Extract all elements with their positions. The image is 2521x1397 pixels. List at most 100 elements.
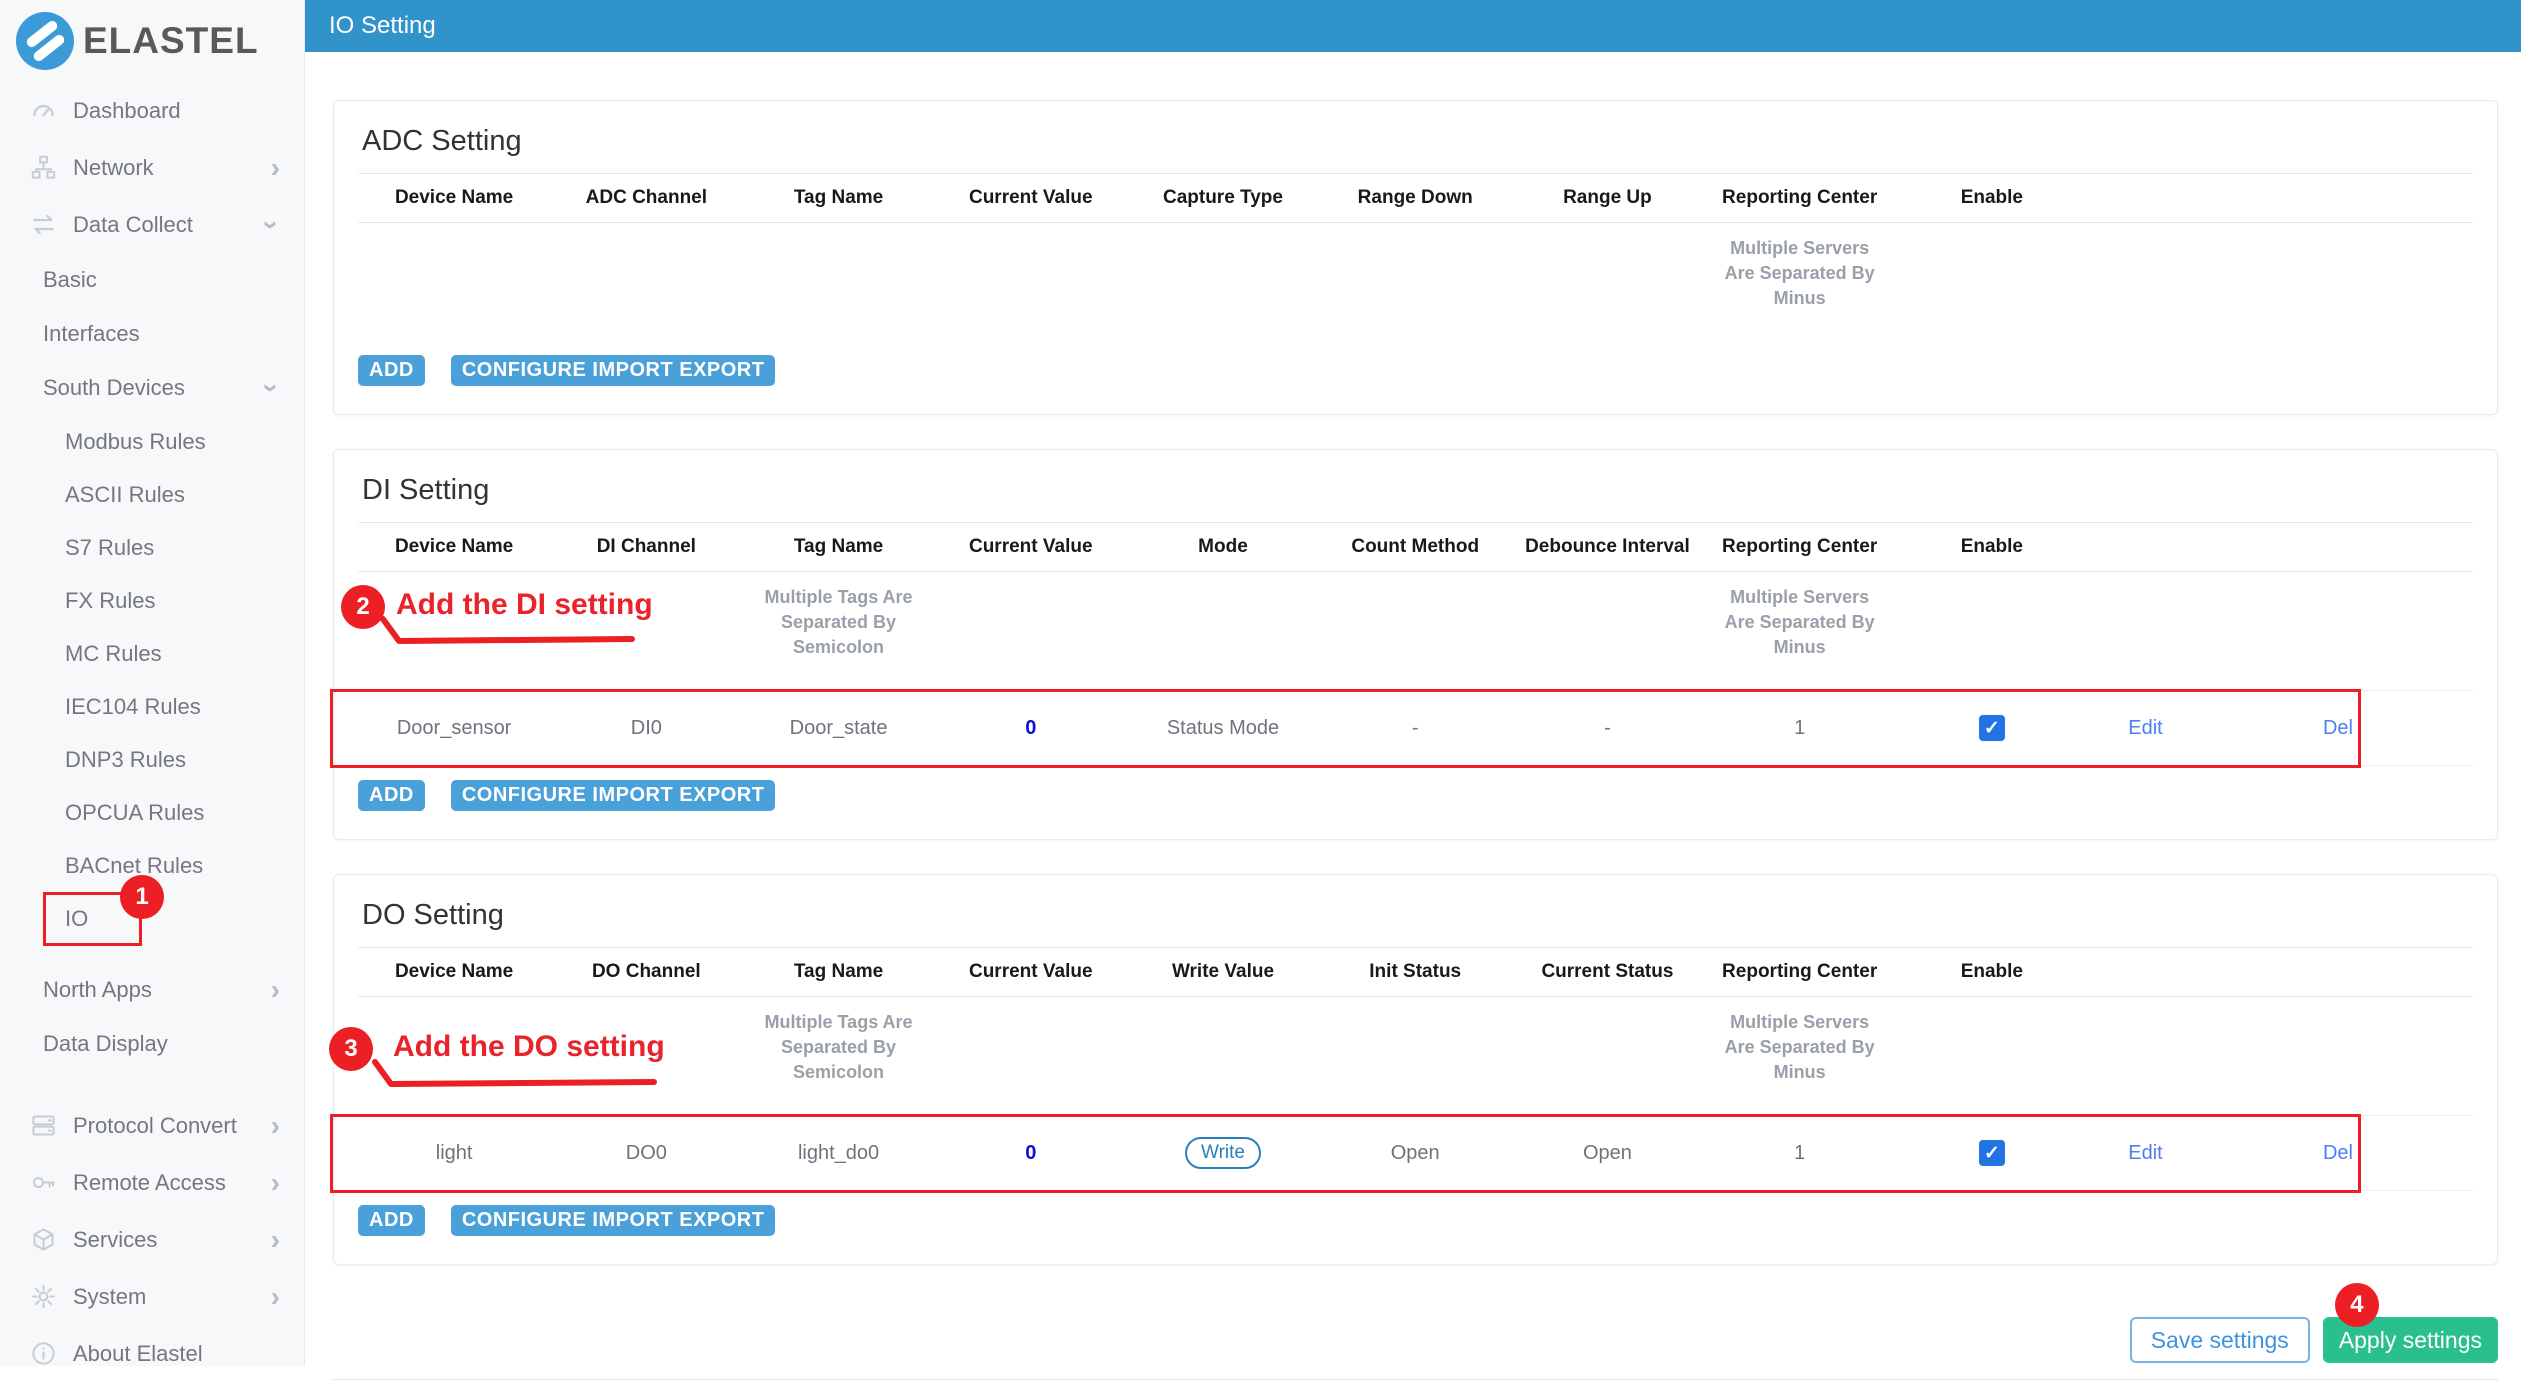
do-note-row: Multiple Tags Are Separated By Semicolon… — [358, 997, 2473, 1115]
topbar: IO Setting — [305, 0, 2521, 52]
sidebar-item-label: Services — [73, 1227, 157, 1253]
info-icon — [30, 1340, 57, 1367]
sidebar-item-dnp3-rules[interactable]: DNP3 Rules — [0, 733, 304, 786]
annotation-underline — [376, 616, 638, 646]
do-setting-card: DO Setting Device Name DO Channel Tag Na… — [333, 874, 2498, 1265]
sidebar-item-label: System — [73, 1284, 146, 1310]
key-icon — [30, 1169, 57, 1196]
footer-divider — [333, 1379, 2498, 1397]
tags-note: Multiple Tags Are Separated By Semicolon — [753, 1010, 925, 1085]
apply-settings-button[interactable]: Apply settings 4 — [2323, 1317, 2498, 1363]
annotation-do-text: Add the DO setting — [393, 1030, 665, 1064]
sidebar-item-network[interactable]: Network › — [0, 139, 304, 196]
save-settings-button[interactable]: Save settings — [2130, 1317, 2310, 1363]
adc-configure-import-export-button[interactable]: CONFIGURE IMPORT EXPORT — [451, 355, 776, 386]
sidebar-item-label: ASCII Rules — [65, 482, 185, 508]
sidebar-item-s7-rules[interactable]: S7 Rules — [0, 521, 304, 574]
sidebar-item-dashboard[interactable]: Dashboard — [0, 82, 304, 139]
chevron-right-icon: › — [271, 1226, 280, 1254]
di-enable-checkbox[interactable]: ✓ — [1979, 715, 2005, 741]
sidebar-item-mc-rules[interactable]: MC Rules — [0, 627, 304, 680]
logo: ELASTEL — [0, 6, 304, 76]
sidebar-item-label: DNP3 Rules — [65, 747, 186, 773]
column-header: Tag Name — [742, 536, 934, 558]
sidebar-item-basic[interactable]: Basic — [0, 253, 304, 307]
di-del-link[interactable]: Del — [2323, 717, 2353, 739]
sidebar-item-label: Remote Access — [73, 1170, 226, 1196]
do-table-row: light DO0 light_do0 0 Write Open Open 1 … — [358, 1115, 2473, 1191]
column-header: Reporting Center — [1704, 187, 1896, 209]
do-enable-checkbox[interactable]: ✓ — [1979, 1140, 2005, 1166]
annotation-underline — [368, 1059, 660, 1089]
column-header: Debounce Interval — [1511, 536, 1703, 558]
sidebar-item-label: Dashboard — [73, 98, 181, 124]
sidebar-item-label: OPCUA Rules — [65, 800, 204, 826]
sidebar-item-protocol-convert[interactable]: Protocol Convert › — [0, 1097, 304, 1154]
do-write-button[interactable]: Write — [1185, 1137, 1261, 1169]
di-table-row: Door_sensor DI0 Door_state 0 Status Mode… — [358, 690, 2473, 766]
column-header: Count Method — [1319, 536, 1511, 558]
column-header: Enable — [1896, 187, 2088, 209]
sidebar-item-fx-rules[interactable]: FX Rules — [0, 574, 304, 627]
do-current-status: Open — [1511, 1142, 1703, 1165]
do-channel: DO0 — [550, 1142, 742, 1165]
main-area: IO Setting ADC Setting Device Name ADC C… — [305, 0, 2521, 1366]
annotation-step-3: 3 — [329, 1027, 373, 1071]
di-current-value: 0 — [935, 717, 1127, 740]
sidebar-item-data-collect[interactable]: Data Collect › — [0, 196, 304, 253]
di-setting-card: DI Setting Device Name DI Channel Tag Na… — [333, 449, 2498, 840]
sidebar-item-iec104-rules[interactable]: IEC104 Rules — [0, 680, 304, 733]
sidebar-item-label: South Devices — [43, 375, 185, 401]
di-table-header: Device Name DI Channel Tag Name Current … — [358, 522, 2473, 572]
sidebar-item-services[interactable]: Services › — [0, 1211, 304, 1268]
column-header: Tag Name — [742, 961, 934, 983]
column-header: Mode — [1127, 536, 1319, 558]
sidebar-item-opcua-rules[interactable]: OPCUA Rules — [0, 786, 304, 839]
sidebar-item-system[interactable]: System › — [0, 1268, 304, 1325]
page-title: IO Setting — [329, 12, 436, 40]
servers-note: Multiple Servers Are Separated By Minus — [1721, 585, 1879, 660]
exchange-arrows-icon — [30, 211, 57, 238]
do-del-link[interactable]: Del — [2323, 1142, 2353, 1164]
column-header: Current Status — [1511, 961, 1703, 983]
sidebar-item-label: FX Rules — [65, 588, 155, 614]
chevron-right-icon: › — [271, 1169, 280, 1197]
di-configure-import-export-button[interactable]: CONFIGURE IMPORT EXPORT — [451, 780, 776, 811]
sidebar-item-label: IO — [65, 906, 88, 932]
do-reporting-center: 1 — [1704, 1142, 1896, 1165]
di-add-button[interactable]: ADD — [358, 780, 425, 811]
di-edit-link[interactable]: Edit — [2128, 717, 2162, 739]
sidebar-item-data-display[interactable]: Data Display — [0, 1017, 304, 1071]
sidebar-item-label: BACnet Rules — [65, 853, 203, 879]
di-mode: Status Mode — [1127, 717, 1319, 740]
column-header: Reporting Center — [1704, 961, 1896, 983]
sidebar-item-modbus-rules[interactable]: Modbus Rules — [0, 415, 304, 468]
sidebar-item-south-devices[interactable]: South Devices › — [0, 361, 304, 415]
do-current-value: 0 — [935, 1142, 1127, 1165]
annotation-di-text: Add the DI setting — [396, 588, 653, 622]
annotation-step-4: 4 — [2335, 1283, 2379, 1327]
chevron-down-icon: › — [257, 383, 285, 392]
do-configure-import-export-button[interactable]: CONFIGURE IMPORT EXPORT — [451, 1205, 776, 1236]
sidebar-item-north-apps[interactable]: North Apps › — [0, 963, 304, 1017]
content: ADC Setting Device Name ADC Channel Tag … — [305, 52, 2521, 1397]
column-header: Device Name — [358, 187, 550, 209]
sidebar-item-ascii-rules[interactable]: ASCII Rules — [0, 468, 304, 521]
adc-add-button[interactable]: ADD — [358, 355, 425, 386]
chevron-right-icon: › — [271, 1283, 280, 1311]
logo-text: ELASTEL — [83, 20, 259, 62]
sidebar-item-io[interactable]: IO 1 — [0, 892, 304, 945]
do-edit-link[interactable]: Edit — [2128, 1142, 2162, 1164]
servers-note: Multiple Servers Are Separated By Minus — [1721, 236, 1879, 311]
column-header: Current Value — [935, 536, 1127, 558]
sidebar-item-remote-access[interactable]: Remote Access › — [0, 1154, 304, 1211]
sidebar-item-bacnet-rules[interactable]: BACnet Rules — [0, 839, 304, 892]
gauge-icon — [30, 97, 57, 124]
do-add-button[interactable]: ADD — [358, 1205, 425, 1236]
section-title-di: DI Setting — [358, 472, 2473, 508]
sidebar-item-about-elastel[interactable]: About Elastel — [0, 1325, 304, 1382]
column-header: Device Name — [358, 536, 550, 558]
sidebar-item-label: MC Rules — [65, 641, 162, 667]
sidebar-item-interfaces[interactable]: Interfaces — [0, 307, 304, 361]
adc-button-row: ADD CONFIGURE IMPORT EXPORT — [358, 341, 2473, 386]
